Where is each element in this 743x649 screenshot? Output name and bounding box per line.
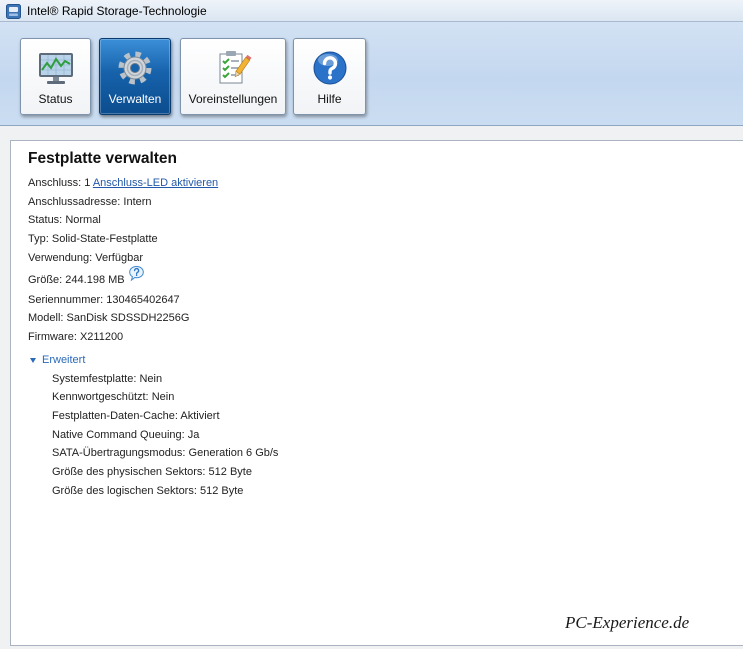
property-value: Ja bbox=[187, 429, 200, 441]
property-value: Solid-State-Festplatte bbox=[51, 233, 158, 245]
advanced-toggle[interactable]: Erweitert bbox=[30, 353, 100, 367]
status-monitor-icon bbox=[36, 48, 76, 88]
property-row-physical-sector-size: Größe des physischen Sektors: 512 Byte bbox=[52, 465, 252, 479]
property-row-model: Modell: SanDisk SDSSDH2256G bbox=[28, 311, 189, 325]
property-value: Aktiviert bbox=[180, 410, 220, 422]
property-value: 512 Byte bbox=[199, 485, 244, 497]
property-label: Seriennummer: bbox=[28, 294, 104, 306]
property-row-password-protected: Kennwortgeschützt: Nein bbox=[52, 390, 174, 404]
property-row-port-address: Anschlussadresse: Intern bbox=[28, 195, 152, 209]
property-label: Anschlussadresse: bbox=[28, 196, 121, 208]
property-label: Anschluss: bbox=[28, 177, 82, 189]
property-label: Native Command Queuing: bbox=[52, 429, 185, 441]
property-value: SanDisk SDSSDH2256G bbox=[66, 312, 190, 324]
property-row-firmware: Firmware: X211200 bbox=[28, 330, 123, 344]
watermark: PC-Experience.de bbox=[565, 613, 690, 632]
property-row-type: Typ: Solid-State-Festplatte bbox=[28, 232, 158, 246]
preferences-checklist-icon bbox=[213, 48, 253, 88]
property-value: Verfügbar bbox=[95, 252, 143, 264]
property-value: Nein bbox=[151, 391, 175, 403]
property-label: Größe des physischen Sektors: bbox=[52, 466, 206, 478]
property-row-logical-sector-size: Größe des logischen Sektors: 512 Byte bbox=[52, 484, 243, 498]
property-label: Typ: bbox=[28, 233, 49, 245]
window-title: Intel® Rapid Storage-Technologie bbox=[27, 4, 207, 18]
content-panel: Festplatte verwalten Anschluss: 1 Anschl… bbox=[10, 140, 743, 646]
property-value: 130465402647 bbox=[106, 294, 180, 306]
property-value: 512 Byte bbox=[208, 466, 252, 478]
nav-button-verwalten[interactable]: Verwalten bbox=[99, 38, 171, 115]
nav-button-label: Status bbox=[38, 92, 73, 106]
property-label: SATA-Übertragungsmodus: bbox=[52, 447, 186, 459]
property-value: 244.198 MB bbox=[65, 274, 125, 286]
title-bar: Intel® Rapid Storage-Technologie bbox=[0, 0, 743, 22]
property-label: Kennwortgeschützt: bbox=[52, 391, 149, 403]
property-label: Status: bbox=[28, 214, 63, 226]
property-label: Festplatten-Daten-Cache: bbox=[52, 410, 178, 422]
property-label: Firmware: bbox=[28, 331, 77, 343]
help-bubble-icon[interactable] bbox=[128, 265, 145, 282]
nav-button-status[interactable]: Status bbox=[20, 38, 91, 115]
port-led-activate-link[interactable]: Anschluss-LED aktivieren bbox=[93, 177, 218, 189]
property-label: Verwendung: bbox=[28, 252, 93, 264]
property-value: Nein bbox=[139, 373, 163, 385]
property-label: Systemfestplatte: bbox=[52, 373, 137, 385]
nav-button-label: Verwalten bbox=[108, 92, 162, 106]
property-row-ncq: Native Command Queuing: Ja bbox=[52, 428, 199, 442]
property-label: Größe: bbox=[28, 274, 63, 286]
property-value: Generation 6 Gb/s bbox=[188, 447, 279, 459]
gear-icon bbox=[115, 48, 155, 88]
advanced-toggle-label: Erweitert bbox=[42, 354, 86, 366]
toolbar: Status Verwalten Voreinstellungen Hilfe bbox=[0, 22, 743, 126]
property-row-status: Status: Normal bbox=[28, 213, 101, 227]
nav-button-label: Voreinstellungen bbox=[188, 92, 278, 106]
property-value: Normal bbox=[65, 214, 101, 226]
property-label: Größe des logischen Sektors: bbox=[52, 485, 197, 497]
property-row-usage: Verwendung: Verfügbar bbox=[28, 251, 143, 265]
expand-arrow-icon bbox=[30, 358, 36, 363]
property-row-serial-number: Seriennummer: 130465402647 bbox=[28, 293, 180, 307]
property-label: Modell: bbox=[28, 312, 64, 324]
property-value: Intern bbox=[123, 196, 152, 208]
property-value: 1 bbox=[84, 177, 91, 189]
property-row-system-disk: Systemfestplatte: Nein bbox=[52, 372, 162, 386]
property-row-size: Größe: 244.198 MB bbox=[28, 273, 125, 287]
property-value: X211200 bbox=[79, 331, 124, 343]
property-row-sata-transfer-mode: SATA-Übertragungsmodus: Generation 6 Gb/… bbox=[52, 446, 278, 460]
nav-button-hilfe[interactable]: Hilfe bbox=[293, 38, 366, 115]
property-row-port: Anschluss: 1 Anschluss-LED aktivieren bbox=[28, 176, 218, 190]
nav-button-label: Hilfe bbox=[317, 92, 342, 106]
intel-rst-app-icon bbox=[6, 4, 21, 19]
nav-button-voreinstellungen[interactable]: Voreinstellungen bbox=[180, 38, 286, 115]
page-title: Festplatte verwalten bbox=[28, 150, 178, 167]
help-icon bbox=[310, 48, 350, 88]
property-row-disk-data-cache: Festplatten-Daten-Cache: Aktiviert bbox=[52, 409, 220, 423]
